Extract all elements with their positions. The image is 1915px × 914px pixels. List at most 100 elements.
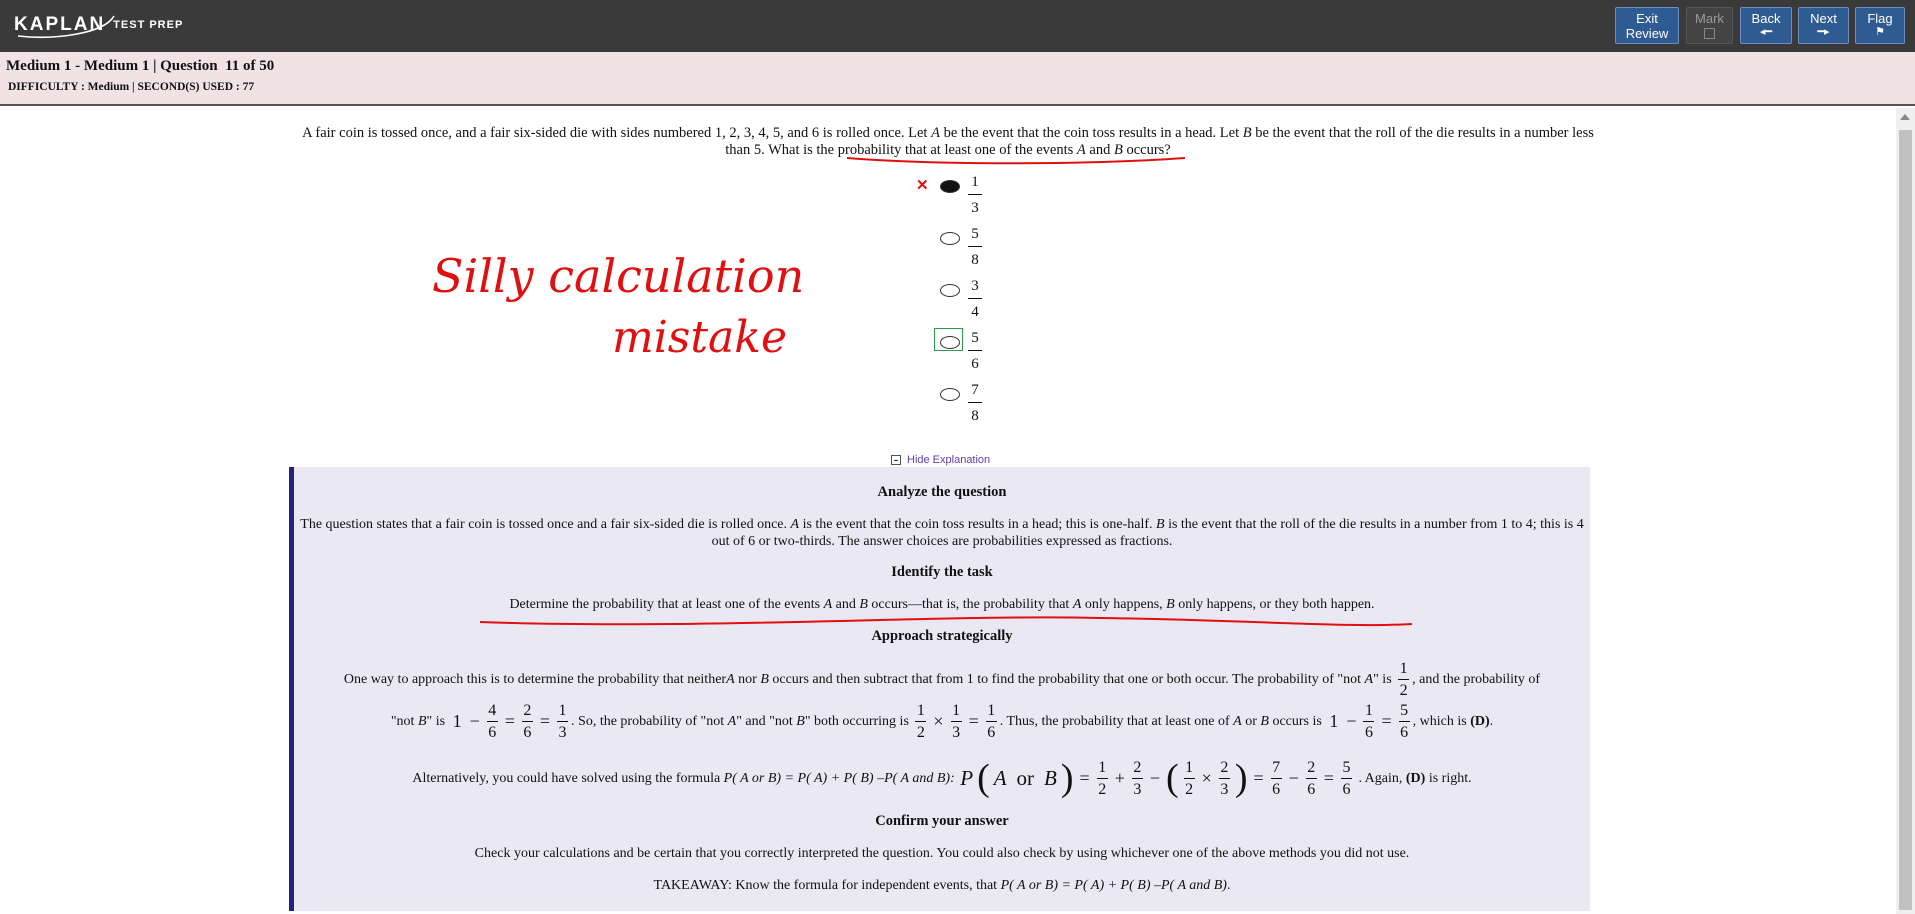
answer-letter: (D)	[1405, 770, 1426, 786]
section-heading: Confirm your answer	[875, 813, 1009, 829]
var-a: A	[823, 597, 833, 612]
denominator: 3	[1133, 780, 1142, 798]
radio-button[interactable]	[940, 336, 960, 349]
text: " both occurring is	[804, 713, 913, 729]
var-b: B	[1242, 125, 1252, 141]
var-b: B	[760, 671, 769, 687]
text: , and the probability of	[1412, 671, 1541, 687]
fraction: 12	[1096, 758, 1108, 798]
choice-c[interactable]: 34	[900, 278, 1000, 328]
kaplan-logo: KAPLAN TEST PREP	[14, 10, 183, 40]
review-label: Review	[1625, 26, 1669, 41]
denominator: 8	[971, 408, 979, 424]
text: .	[1489, 713, 1494, 729]
arrow-right-icon: ━▸	[1817, 26, 1830, 38]
choice-d[interactable]: 56	[900, 328, 1000, 380]
var-a: A	[790, 517, 800, 532]
denominator: 3	[558, 723, 567, 741]
formula-text: P( A or B) = P( A) + P( B) –P( A and B):	[723, 770, 959, 786]
fraction: 23	[1218, 759, 1230, 798]
scroll-thumb[interactable]	[1899, 130, 1912, 910]
back-button[interactable]: Back ◂━	[1740, 7, 1792, 44]
math: (	[1166, 757, 1179, 799]
numerator: 1	[1098, 758, 1107, 776]
fraction-one-half: 12	[1398, 660, 1410, 699]
flag-icon: ⚑	[1875, 26, 1885, 38]
stem-text: occurs?	[1122, 142, 1171, 158]
exit-label: Exit	[1636, 11, 1658, 26]
math: )	[1060, 757, 1074, 799]
fraction: 12	[1183, 759, 1195, 798]
logo-swoosh-icon	[17, 15, 115, 38]
var-a: A	[1076, 142, 1086, 158]
radio-button[interactable]	[940, 232, 960, 245]
numerator: 2	[1133, 758, 1142, 776]
scroll-up-arrow-icon[interactable]	[1900, 114, 1910, 120]
stem-text: and	[1085, 142, 1114, 158]
choice-e[interactable]: 78	[900, 382, 1000, 432]
alternative-line: Alternatively, you could have solved usi…	[294, 753, 1590, 803]
denominator: 6	[987, 723, 996, 741]
numerator: 1	[987, 701, 996, 719]
text: occurs—that is, the probability that	[867, 597, 1073, 612]
var-b: B	[1166, 597, 1175, 612]
section-heading: Identify the task	[891, 564, 993, 580]
text: occurs and then subtract that from 1 to …	[768, 671, 1365, 687]
numerator: 4	[488, 701, 497, 719]
numerator: 5	[1342, 758, 1351, 776]
fraction: 56	[1340, 758, 1352, 798]
math: =	[1079, 767, 1090, 788]
denominator: 6	[1272, 780, 1281, 798]
math: )	[1234, 757, 1248, 799]
text: , which is	[1412, 713, 1471, 729]
section-heading: Analyze the question	[877, 484, 1007, 500]
math: =	[539, 710, 551, 731]
arrow-left-icon: ◂━	[1759, 26, 1773, 38]
incorrect-x-icon: ✕	[916, 177, 929, 194]
denominator: 6	[971, 356, 979, 372]
numerator: 5	[971, 226, 979, 242]
text: TAKEAWAY: Know the formula for independe…	[653, 878, 1001, 893]
denominator: 2	[1399, 681, 1408, 699]
denominator: 3	[971, 200, 979, 216]
denominator: 6	[1364, 723, 1373, 741]
var-b: B	[1156, 517, 1165, 532]
exit-review-button[interactable]: Exit Review	[1615, 7, 1679, 44]
math: −	[469, 710, 480, 731]
next-button[interactable]: Next ━▸	[1798, 7, 1849, 44]
math: ×	[933, 710, 944, 731]
answer-choices: ✕ 13 58 34 56 78	[900, 174, 1000, 434]
choice-b[interactable]: 58	[900, 226, 1000, 276]
approach-line-2: "not B " is 1− 46 = 26 = 13 . So, the pro…	[294, 699, 1590, 743]
question-meta: DIFFICULTY : Medium | SECOND(S) USED : 7…	[8, 81, 255, 93]
text: "not	[390, 713, 418, 729]
radio-selected[interactable]	[940, 180, 960, 193]
math: −	[1346, 710, 1357, 731]
fraction: 12	[915, 701, 927, 741]
confirm-paragraph: Check your calculations and be certain t…	[474, 846, 1410, 861]
numerator: 1	[1364, 701, 1373, 719]
vertical-scrollbar[interactable]	[1896, 108, 1915, 914]
denominator: 6	[1342, 780, 1351, 798]
next-label: Next	[1810, 11, 1837, 26]
math: =	[1323, 767, 1334, 788]
text: only happens, or they both happen.	[1174, 597, 1375, 612]
mark-label: Mark	[1695, 11, 1724, 26]
text: . So, the probability of "not	[571, 713, 728, 729]
flag-button[interactable]: Flag ⚑	[1855, 7, 1905, 44]
radio-button[interactable]	[940, 388, 960, 401]
choice-a[interactable]: ✕ 13	[900, 174, 1000, 224]
text: " and "not	[736, 713, 797, 729]
numerator: 1	[916, 701, 925, 719]
radio-button[interactable]	[940, 284, 960, 297]
fraction: 26	[1305, 759, 1317, 798]
text: occurs is	[1268, 713, 1326, 729]
numerator: 7	[971, 382, 979, 398]
hide-explanation-label: Hide Explanation	[907, 454, 991, 466]
mark-button[interactable]: Mark	[1686, 7, 1733, 44]
denominator: 3	[1220, 780, 1229, 798]
text: . Thus, the probability that at least on…	[999, 713, 1234, 729]
denominator: 6	[488, 723, 497, 741]
text: . Again,	[1354, 770, 1406, 786]
hide-explanation-toggle[interactable]: Hide Explanation	[891, 454, 990, 466]
